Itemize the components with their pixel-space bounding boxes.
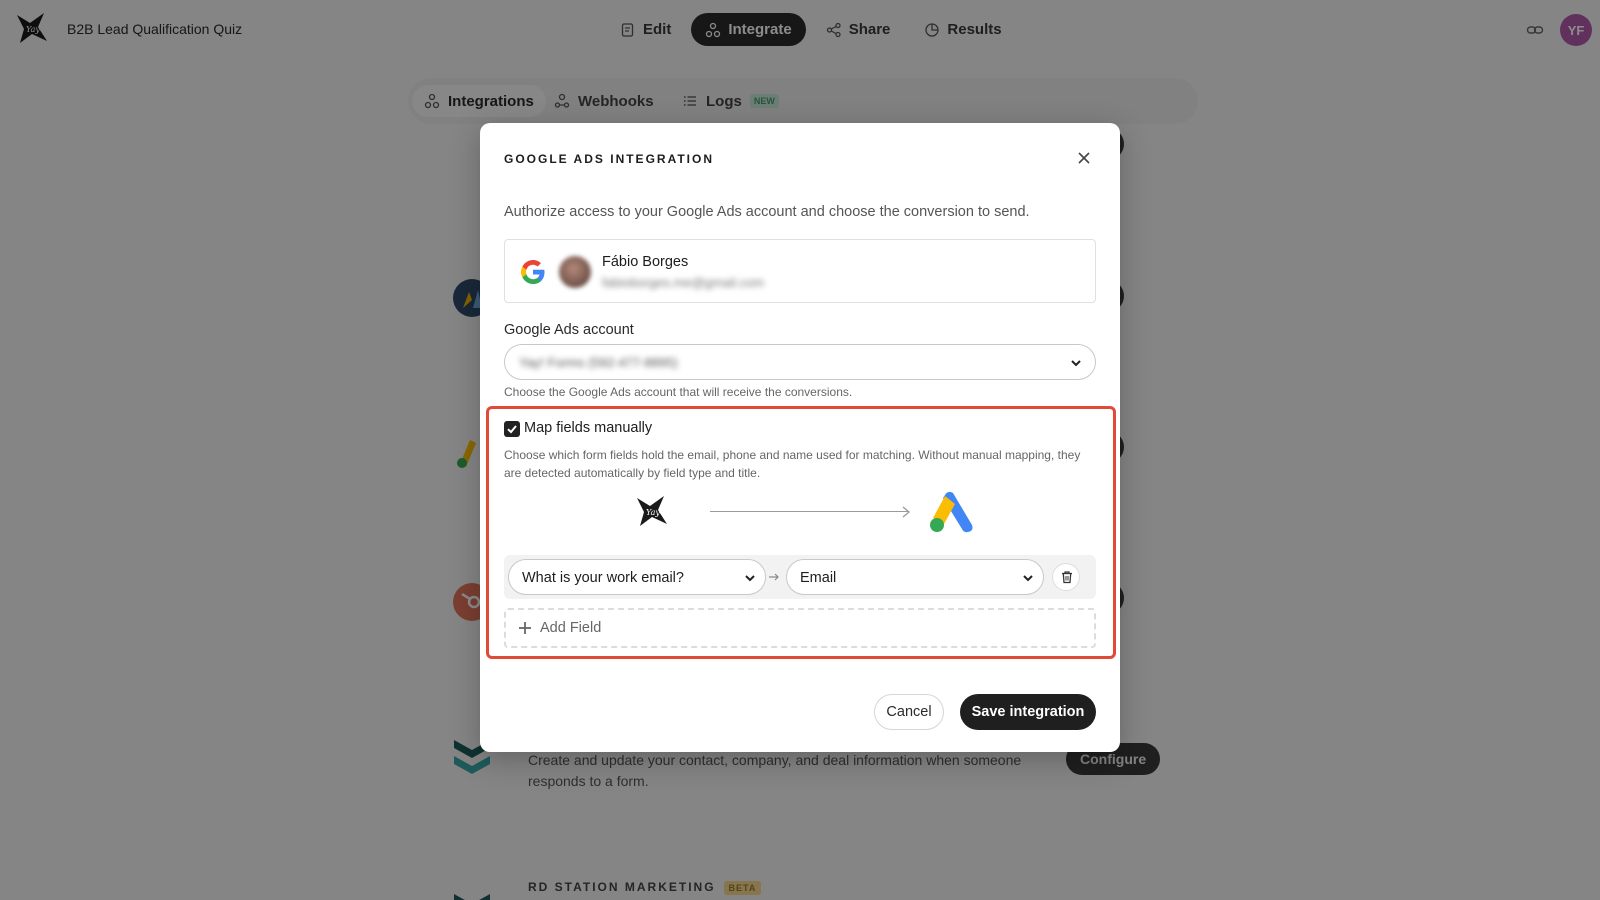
checkmark-icon	[507, 425, 517, 434]
svg-text:Yay: Yay	[646, 508, 660, 517]
mapping-diagram: Yay	[504, 491, 1096, 535]
trash-icon	[1062, 571, 1072, 584]
google-icon	[521, 260, 545, 284]
chevron-down-icon	[1071, 360, 1081, 367]
modal-title: GOOGLE ADS INTEGRATION	[504, 152, 715, 166]
target-field-value: Email	[800, 570, 837, 586]
google-ads-account-value: Yay! Forms (592-477-8895)	[519, 355, 678, 370]
map-fields-checkbox[interactable]	[504, 421, 520, 437]
google-ads-account-select[interactable]: Yay! Forms (592-477-8895)	[504, 344, 1096, 380]
arrow-right-icon	[902, 506, 911, 518]
google-ads-integration-modal: GOOGLE ADS INTEGRATION Authorize access …	[480, 123, 1120, 752]
target-field-select[interactable]: Email	[786, 559, 1044, 595]
google-ads-logo	[930, 491, 973, 533]
map-fields-description: Choose which form fields hold the email,…	[504, 448, 1081, 480]
field-mapping-row: What is your work email? Email	[504, 555, 1096, 599]
mapping-arrow-line	[710, 511, 908, 512]
close-icon[interactable]	[1074, 148, 1094, 168]
add-field-label: Add Field	[540, 620, 602, 636]
google-user-avatar	[559, 256, 591, 288]
add-field-button[interactable]: Add Field	[504, 608, 1096, 648]
plus-icon	[519, 622, 531, 634]
chevron-down-icon	[745, 575, 755, 582]
google-user-email: fabioborges.me@gmail.com	[602, 275, 765, 290]
connected-google-account: Fábio Borges fabioborges.me@gmail.com	[504, 239, 1096, 303]
google-ads-account-label: Google Ads account	[504, 322, 634, 338]
google-user-name: Fábio Borges	[602, 254, 689, 270]
google-ads-account-helper: Choose the Google Ads account that will …	[504, 385, 853, 399]
delete-mapping-button[interactable]	[1052, 563, 1080, 591]
source-field-select[interactable]: What is your work email?	[508, 559, 766, 595]
arrow-right-icon	[769, 573, 779, 581]
modal-intro: Authorize access to your Google Ads acco…	[504, 204, 1030, 220]
cancel-button[interactable]: Cancel	[874, 694, 944, 730]
map-fields-label[interactable]: Map fields manually	[524, 420, 652, 436]
save-integration-button[interactable]: Save integration	[960, 694, 1096, 730]
source-field-value: What is your work email?	[522, 570, 684, 586]
chevron-down-icon	[1023, 575, 1033, 582]
yay-forms-logo: Yay	[637, 496, 667, 526]
